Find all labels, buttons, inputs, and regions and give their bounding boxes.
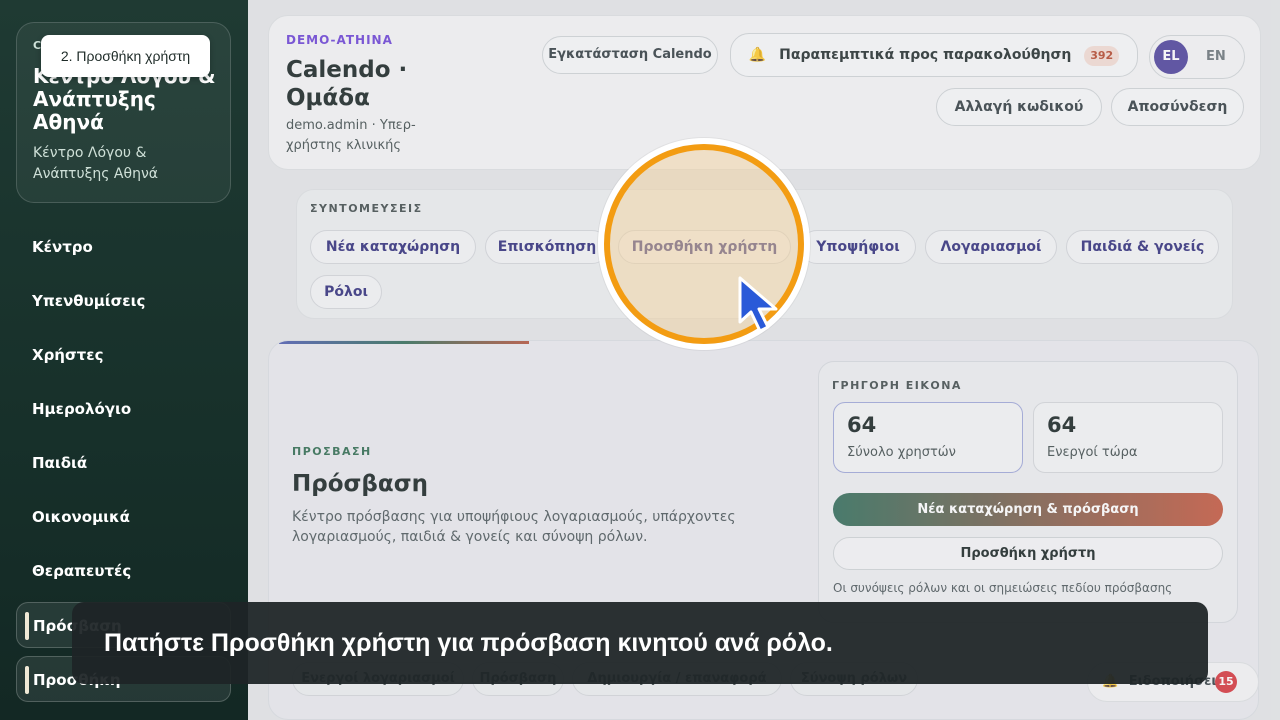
shortcut-roles[interactable]: Ρόλοι [310, 275, 382, 309]
sidebar-item-users[interactable]: Χρήστες [16, 332, 231, 378]
stat-label: Σύνολο χρηστών [847, 445, 956, 460]
section-eyebrow: ΠΡΟΣΒΑΣΗ [292, 445, 372, 458]
shortcut-new-entry[interactable]: Νέα καταχώρηση [310, 230, 476, 264]
tenant-label: DEMO-ATHINA [286, 33, 393, 47]
shortcut-children-parents[interactable]: Παιδιά & γονείς [1066, 230, 1219, 264]
stat-total-users: 64 Σύνολο χρηστών [833, 402, 1023, 473]
referrals-count-badge: 392 [1084, 46, 1120, 66]
shortcut-candidates[interactable]: Υποψήφιοι [800, 230, 916, 264]
referrals-label: Παραπεμπτικά προς παρακολούθηση [779, 47, 1072, 63]
notifications-count-badge: 15 [1215, 671, 1237, 693]
referrals-button[interactable]: 🔔 Παραπεμπτικά προς παρακολούθηση 392 [730, 33, 1138, 77]
add-user-button[interactable]: Προσθήκη χρήστη [833, 537, 1223, 570]
logout-button[interactable]: Αποσύνδεση [1111, 88, 1244, 126]
sidebar-item-therapists[interactable]: Θεραπευτές [16, 548, 231, 594]
quick-overview-panel: ΓΡΗΓΟΡΗ ΕΙΚΟΝΑ 64 Σύνολο χρηστών 64 Ενερ… [818, 361, 1238, 623]
mouse-cursor-icon [738, 276, 778, 333]
sidebar-item-center[interactable]: Κέντρο [16, 224, 231, 270]
stat-value: 64 [847, 413, 877, 437]
stat-active-now: 64 Ενεργοί τώρα [1033, 402, 1223, 473]
sidebar-item-reminders[interactable]: Υπενθυμίσεις [16, 278, 231, 324]
active-indicator [25, 666, 29, 694]
change-password-button[interactable]: Αλλαγή κωδικού [936, 88, 1102, 126]
stat-label: Ενεργοί τώρα [1047, 445, 1138, 460]
install-button[interactable]: Εγκατάσταση Calendo [542, 36, 718, 74]
new-entry-access-button[interactable]: Νέα καταχώρηση & πρόσβαση [833, 493, 1223, 526]
language-switcher: EL EN [1149, 35, 1245, 79]
roles-note: Οι συνόψεις ρόλων και οι σημειώσεις πεδί… [833, 581, 1173, 595]
org-subtitle: Κέντρο Λόγου & Ανάπτυξης Αθηνά [33, 145, 158, 182]
section-title: Πρόσβαση [292, 471, 428, 497]
user-info: demo.admin · Υπερ-χρήστης κλινικής [286, 118, 416, 153]
section-description: Κέντρο πρόσβασης για υποψήφιους λογαριασ… [292, 509, 736, 545]
quick-overview-label: ΓΡΗΓΟΡΗ ΕΙΚΟΝΑ [832, 379, 962, 392]
shortcut-accounts[interactable]: Λογαριασμοί [925, 230, 1057, 264]
sidebar-item-finance[interactable]: Οικονομικά [16, 494, 231, 540]
lang-el-button[interactable]: EL [1154, 40, 1188, 74]
shortcuts-label: ΣΥΝΤΟΜΕΥΣΕΙΣ [310, 202, 423, 215]
tutorial-caption: Πατήστε Προσθήκη χρήστη για πρόσβαση κιν… [72, 602, 1208, 684]
shortcut-overview[interactable]: Επισκόπηση [485, 230, 609, 264]
bell-icon: 🔔 [748, 47, 767, 63]
accent-bar [279, 341, 529, 344]
sidebar-item-calendar[interactable]: Ημερολόγιο [16, 386, 231, 432]
active-indicator [25, 612, 29, 640]
stat-value: 64 [1047, 413, 1077, 437]
header-card: DEMO-ATHINA Calendo · Ομάδα demo.admin ·… [268, 15, 1261, 170]
lang-en-button[interactable]: EN [1206, 36, 1226, 78]
sidebar-item-children[interactable]: Παιδιά [16, 440, 231, 486]
step-tooltip: 2. Προσθήκη χρήστη [41, 35, 210, 77]
page-title: Calendo · Ομάδα [286, 57, 408, 111]
